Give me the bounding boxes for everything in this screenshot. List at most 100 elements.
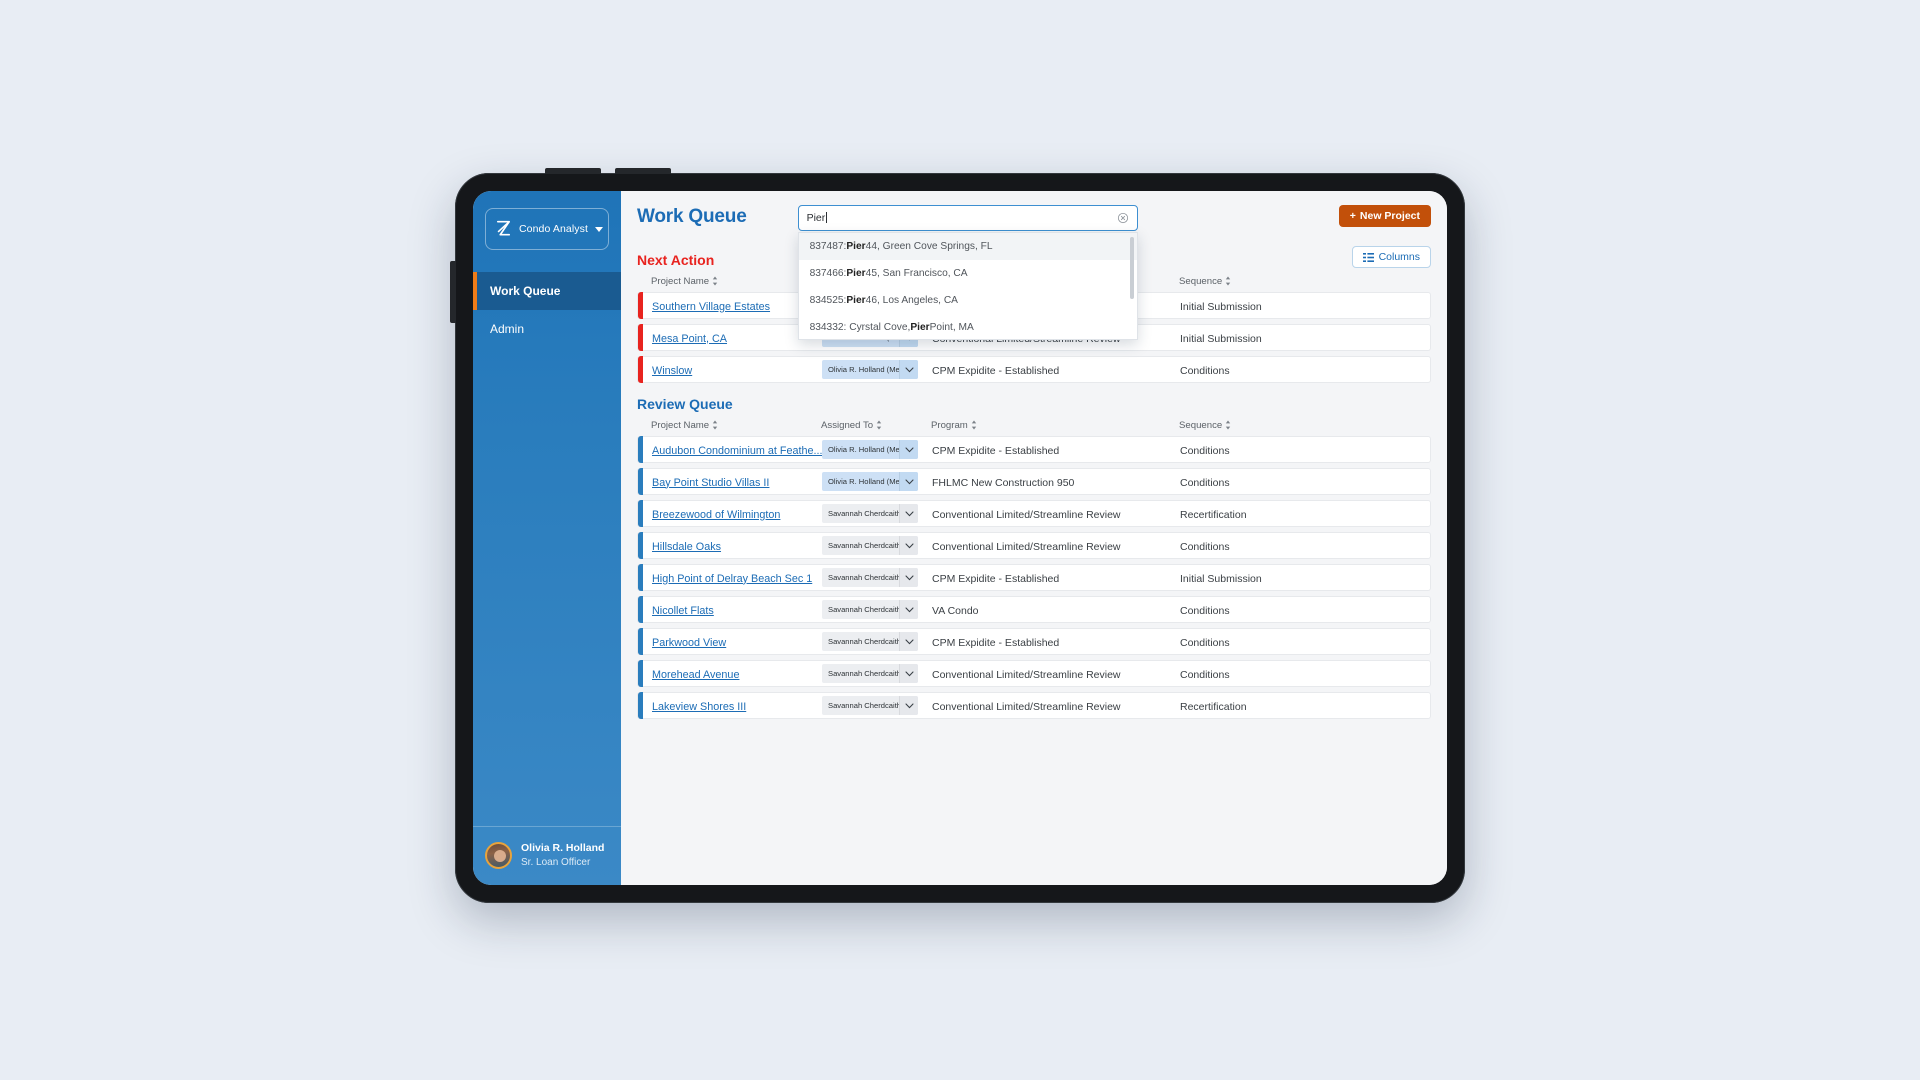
sidebar-user-card[interactable]: Olivia R. Holland Sr. Loan Officer <box>473 826 621 885</box>
assignee-value: Savannah Cherdcaitha... <box>828 509 899 518</box>
chevron-down-icon <box>904 702 914 708</box>
assignee-select[interactable]: Savannah Cherdcaitha... <box>822 536 918 555</box>
page-root: Condo Analyst Work Queue Admin Olivia R.… <box>0 0 1920 1080</box>
sidebar-item-work-queue[interactable]: Work Queue <box>473 272 621 310</box>
search-suggestion-item[interactable]: 834332: Cyrstal Cove, Pier Point, MA <box>799 314 1137 339</box>
table-row[interactable]: Parkwood View Savannah Cherdcaitha... CPM … <box>637 628 1431 655</box>
sequence-value: Conditions <box>1180 668 1230 681</box>
assignee-select[interactable]: Savannah Cherdcaitha... <box>822 664 918 683</box>
sequence-value: Initial Submission <box>1180 300 1262 313</box>
sort-updown-icon <box>876 420 882 430</box>
assignee-chevron[interactable] <box>899 696 918 715</box>
sort-updown-icon <box>1226 420 1231 430</box>
table-row[interactable]: Lakeview Shores III Savannah Cherdcaitha.… <box>637 692 1431 719</box>
assignee-chevron[interactable] <box>899 504 918 523</box>
main-content: Work Queue Pier 837487: Pier 44, Green C… <box>621 191 1447 885</box>
assignee-value: Savannah Cherdcaitha... <box>828 701 899 710</box>
assignee-select[interactable]: Savannah Cherdcaitha... <box>822 696 918 715</box>
assignee-select[interactable]: Olivia R. Holland (Me) <box>822 360 918 379</box>
project-name-link[interactable]: Breezewood of Wilmington <box>652 509 780 521</box>
project-name-link[interactable]: High Point of Delray Beach Sec 1 <box>652 573 812 585</box>
sequence-value: Conditions <box>1180 604 1230 617</box>
table-row[interactable]: High Point of Delray Beach Sec 1 Savannah… <box>637 564 1431 591</box>
assignee-select[interactable]: Savannah Cherdcaitha... <box>822 600 918 619</box>
clear-circle-icon[interactable] <box>1117 212 1129 224</box>
column-header-project-name[interactable]: Project Name <box>651 420 821 431</box>
user-role: Sr. Loan Officer <box>521 856 591 868</box>
assignee-select[interactable]: Savannah Cherdcaitha... <box>822 568 918 587</box>
dropdown-scrollbar[interactable] <box>1129 237 1134 299</box>
project-name-link[interactable]: Parkwood View <box>652 637 726 649</box>
columns-button[interactable]: Columns <box>1351 246 1431 268</box>
search-input[interactable]: Pier <box>797 205 1138 231</box>
project-name-link[interactable]: Winslow <box>652 365 692 377</box>
table-row[interactable]: Morehead Avenue Savannah Cherdcaitha... Co… <box>637 660 1431 687</box>
assignee-chevron[interactable] <box>899 632 918 651</box>
sequence-value: Recertification <box>1180 700 1247 713</box>
search-suggestion-item[interactable]: 837466: Pier 45, San Francisco, CA <box>799 260 1137 287</box>
table-row[interactable]: Winslow Olivia R. Holland (Me) CPM Expidit… <box>637 356 1431 383</box>
project-name-link[interactable]: Audubon Condominium at Feathe... <box>652 445 822 457</box>
column-header-project-name[interactable]: Project Name <box>651 276 821 287</box>
program-value: FHLMC New Construction 950 <box>932 476 1075 489</box>
column-header-sequence[interactable]: Sequence <box>1179 276 1329 287</box>
assignee-value: Savannah Cherdcaitha... <box>828 669 899 678</box>
assignee-chevron[interactable] <box>899 600 918 619</box>
user-name: Olivia R. Holland <box>521 842 605 855</box>
assignee-value: Savannah Cherdcaitha... <box>828 605 899 614</box>
toolbar: Work Queue Pier 837487: Pier 44, Green C… <box>637 205 1431 340</box>
column-header-program[interactable]: Program <box>931 420 1179 431</box>
assignee-chevron[interactable] <box>899 568 918 587</box>
project-name-link[interactable]: Bay Point Studio Villas II <box>652 477 769 489</box>
sort-updown-icon <box>1226 276 1231 286</box>
project-name-link[interactable]: Southern Village Estates <box>652 301 770 313</box>
sidebar-nav: Work Queue Admin <box>473 272 621 348</box>
assignee-select[interactable]: Olivia R. Holland (Me) <box>822 472 918 491</box>
columns-label: Columns <box>1378 251 1420 263</box>
project-name-link[interactable]: Nicollet Flats <box>652 605 714 617</box>
sidebar-item-label: Admin <box>490 322 525 336</box>
assignee-chevron[interactable] <box>899 360 918 379</box>
new-project-button[interactable]: + New Project <box>1338 205 1431 227</box>
table-row[interactable]: Breezewood of Wilmington Savannah Cherdca… <box>637 500 1431 527</box>
sequence-value: Initial Submission <box>1180 332 1262 345</box>
assignee-chevron[interactable] <box>899 472 918 491</box>
assignee-chevron[interactable] <box>899 440 918 459</box>
avatar <box>485 841 512 869</box>
assignee-value: Olivia R. Holland (Me) <box>828 365 899 374</box>
column-header-assigned-to[interactable]: Assigned To <box>821 420 931 431</box>
sequence-value: Conditions <box>1180 444 1230 457</box>
project-name-link[interactable]: Mesa Point, CA <box>652 333 727 345</box>
table-row[interactable]: Audubon Condominium at Feathe... Olivia R… <box>637 436 1431 463</box>
chevron-down-icon <box>904 366 914 372</box>
brand-switcher[interactable]: Condo Analyst <box>485 208 609 250</box>
assignee-value: Olivia R. Holland (Me) <box>828 445 899 454</box>
search-suggestion-item[interactable]: 834525: Pier 46, Los Angeles, CA <box>799 287 1137 314</box>
program-value: CPM Expidite - Established <box>932 636 1060 649</box>
project-name-link[interactable]: Morehead Avenue <box>652 669 739 681</box>
table-row[interactable]: Nicollet Flats Savannah Cherdcaitha... VA … <box>637 596 1431 623</box>
device-button-volume-down <box>615 168 671 174</box>
assignee-select[interactable]: Savannah Cherdcaitha... <box>822 632 918 651</box>
assignee-value: Olivia R. Holland (Me) <box>828 477 899 486</box>
sequence-value: Conditions <box>1180 540 1230 553</box>
assignee-chevron[interactable] <box>899 536 918 555</box>
assignee-chevron[interactable] <box>899 664 918 683</box>
search-suggestions-dropdown[interactable]: 837487: Pier 44, Green Cove Springs, FL 8… <box>797 232 1138 340</box>
table-row[interactable]: Hillsdale Oaks Savannah Cherdcaitha... Con… <box>637 532 1431 559</box>
device-button-volume-up <box>545 168 601 174</box>
program-value: Conventional Limited/Streamline Review <box>932 668 1121 681</box>
assignee-select[interactable]: Olivia R. Holland (Me) <box>822 440 918 459</box>
program-value: CPM Expidite - Established <box>932 364 1060 377</box>
search-suggestion-item[interactable]: 837487: Pier 44, Green Cove Springs, FL <box>798 233 1137 260</box>
project-name-link[interactable]: Lakeview Shores III <box>652 701 746 713</box>
column-header-sequence[interactable]: Sequence <box>1179 420 1329 431</box>
table-row[interactable]: Bay Point Studio Villas II Olivia R. Holl… <box>637 468 1431 495</box>
sidebar-item-admin[interactable]: Admin <box>473 310 621 348</box>
sort-updown-icon <box>712 420 718 430</box>
sequence-value: Conditions <box>1180 476 1230 489</box>
project-name-link[interactable]: Hillsdale Oaks <box>652 541 721 553</box>
app-screen: Condo Analyst Work Queue Admin Olivia R.… <box>473 191 1447 885</box>
assignee-select[interactable]: Savannah Cherdcaitha... <box>822 504 918 523</box>
program-value: VA Condo <box>932 604 979 617</box>
